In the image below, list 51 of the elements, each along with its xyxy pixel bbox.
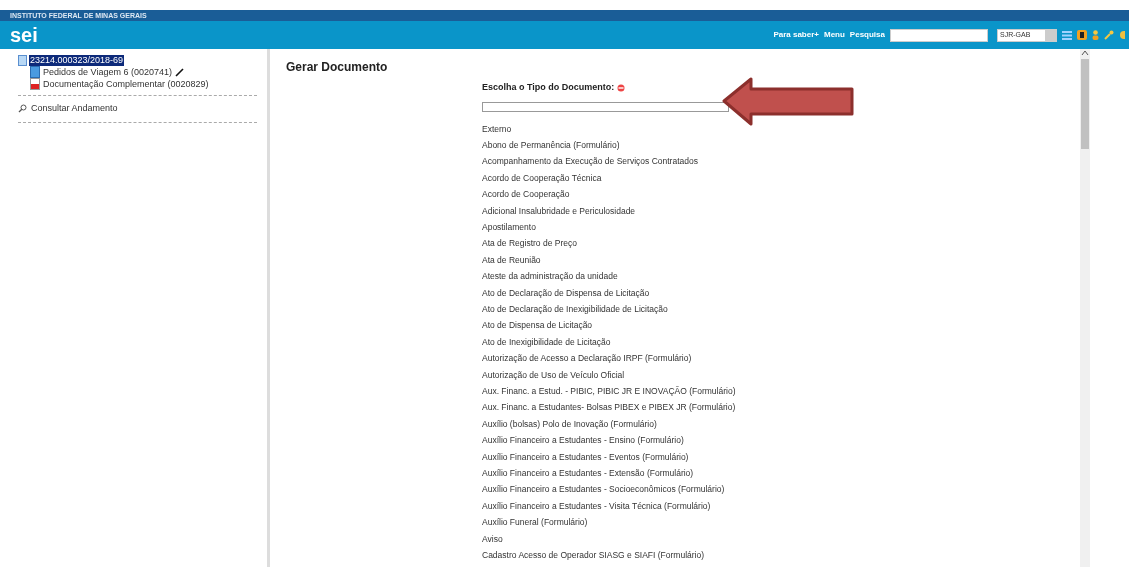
- note-icon[interactable]: [1077, 30, 1087, 40]
- document-type-option[interactable]: Ato de Declaração de Dispensa de Licitação: [482, 284, 1080, 301]
- user-icon[interactable]: [1092, 30, 1099, 40]
- logo: sei: [10, 25, 38, 45]
- document-icon: [30, 66, 40, 78]
- document-type-option[interactable]: Auxílio (bolsas) Polo de Inovação (Formulário): [482, 415, 1080, 433]
- scroll-thumb[interactable]: [1081, 59, 1089, 149]
- process-number[interactable]: 23214.000323/2018-69: [29, 55, 125, 66]
- document-type-option[interactable]: Ata de Registro de Preço: [482, 235, 1080, 252]
- document-link[interactable]: Pedidos de Viagem 6 (0020741): [43, 66, 172, 78]
- document-type-option[interactable]: Acompanhamento da Execução de Serviços Contratados: [482, 153, 1080, 170]
- document-type-option[interactable]: Cadastro Acesso de Operador SIASG e SIAFI (Formulário): [482, 547, 1080, 564]
- scrollbar[interactable]: [1080, 49, 1090, 567]
- list-icon[interactable]: [1062, 30, 1072, 40]
- document-type-option[interactable]: Ato de Dispensa de Licitação: [482, 317, 1080, 334]
- required-icon: [617, 83, 626, 92]
- document-type-option[interactable]: Ato de Inexigibilidade de Licitação: [482, 333, 1080, 351]
- document-type-option[interactable]: Autorização de Acesso a Declaração IRPF (Formulário): [482, 350, 1080, 367]
- document-type-option[interactable]: Aux. Financ. a Estud. - PIBIC, PIBIC JR E INOVAÇÃO (Formulário): [482, 383, 1080, 400]
- sidebar-link[interactable]: Consultar Andamento: [31, 102, 118, 116]
- page-title: Gerar Documento: [286, 61, 389, 73]
- document-type-option[interactable]: Acordo de Cooperação Técnica: [482, 169, 1080, 187]
- document-type-option[interactable]: Apostilamento: [482, 218, 1080, 236]
- document-type-option[interactable]: Ateste da administração da unidade: [482, 268, 1080, 285]
- search-field[interactable]: [890, 28, 988, 42]
- document-type-option[interactable]: Abono de Permanência (Formulário): [482, 136, 1080, 154]
- field-label: Escolha o Tipo do Documento:: [482, 81, 615, 94]
- document-type-option[interactable]: Aviso: [482, 530, 1080, 548]
- pdf-icon: [30, 78, 40, 90]
- exit-icon[interactable]: [1119, 30, 1125, 40]
- document-type-option[interactable]: Auxílio Financeiro a Estudantes - Extensão (Formulário): [482, 465, 1080, 482]
- document-type-option[interactable]: Adicional Insalubridade e Periculosidade: [482, 202, 1080, 219]
- dropdown-icon: [1045, 29, 1056, 41]
- document-type-option[interactable]: Externo: [482, 120, 1080, 137]
- document-type-option[interactable]: Acordo de Cooperação: [482, 186, 1080, 203]
- document-type-option[interactable]: Auxílio Financeiro a Estudantes - Socioeconômicos (Formulário): [482, 481, 1080, 498]
- wrench-icon[interactable]: [1104, 30, 1114, 40]
- document-type-option[interactable]: Aux. Financ. a Estudantes- Bolsas PIBEX e PIBEX JR (Formulário): [482, 399, 1080, 416]
- document-type-option[interactable]: Auxílio Financeiro a Estudantes - Ensino (Formulário): [482, 432, 1080, 449]
- pen-icon[interactable]: [174, 67, 184, 77]
- document-type-option[interactable]: Auxílio Financeiro a Estudantes - Eventos (Formulário): [482, 448, 1080, 466]
- document-link[interactable]: Documentação Complementar (0020829): [43, 78, 209, 90]
- folder-icon: [18, 55, 27, 66]
- document-type-option[interactable]: Auxílio Financeiro a Estudantes - Visita Técnica (Formulário): [482, 497, 1080, 515]
- document-type-option[interactable]: Auxílio Funeral (Formulário): [482, 514, 1080, 531]
- search-icon: [18, 104, 27, 114]
- scroll-up-icon[interactable]: [1081, 49, 1089, 57]
- filter-field[interactable]: [482, 101, 729, 112]
- document-type-option[interactable]: Autorização de Uso de Veículo Oficial: [482, 366, 1080, 383]
- document-type-option[interactable]: Ata de Reunião: [482, 251, 1080, 269]
- document-type-option[interactable]: Ato de Declaração de Inexigibilidade de Licitação: [482, 300, 1080, 318]
